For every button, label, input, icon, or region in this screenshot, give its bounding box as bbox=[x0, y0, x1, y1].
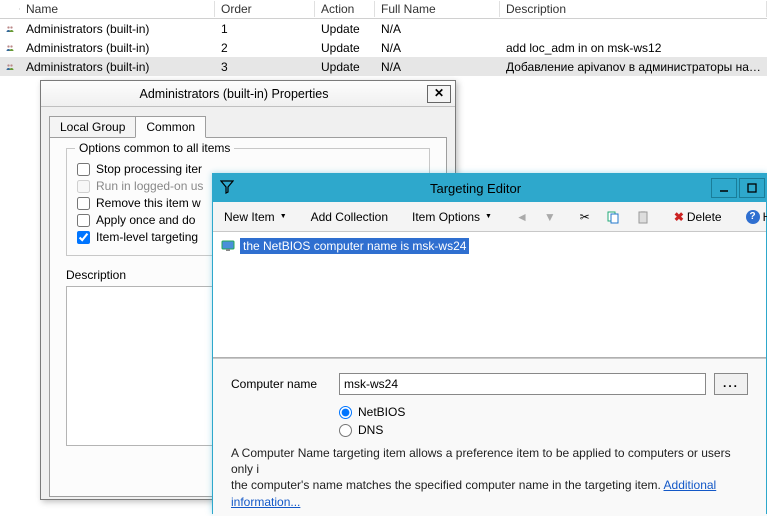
dialog-title: Administrators (built-in) Properties bbox=[41, 87, 427, 101]
te-title: Targeting Editor bbox=[241, 181, 710, 196]
col-header-order[interactable]: Order bbox=[215, 1, 315, 17]
list-header: Name Order Action Full Name Description bbox=[0, 0, 767, 19]
radio-dns[interactable]: DNS bbox=[339, 423, 748, 437]
maximize-button[interactable] bbox=[739, 178, 765, 198]
list-row[interactable]: Administrators (built-in) 1 Update N/A bbox=[0, 19, 767, 38]
move-down-button[interactable]: ▼ bbox=[537, 206, 563, 228]
gpo-list: Name Order Action Full Name Description … bbox=[0, 0, 767, 76]
new-item-button[interactable]: New Item▼ bbox=[217, 206, 294, 228]
col-header-action[interactable]: Action bbox=[315, 1, 375, 17]
computer-icon bbox=[221, 240, 235, 252]
x-icon: ✖ bbox=[674, 210, 684, 224]
paste-button[interactable] bbox=[629, 206, 657, 228]
delete-button[interactable]: ✖Delete bbox=[667, 206, 729, 228]
options-group-title: Options common to all items bbox=[75, 141, 234, 155]
list-row[interactable]: Administrators (built-in) 3 Update N/A Д… bbox=[0, 57, 767, 76]
tab-common[interactable]: Common bbox=[135, 116, 206, 138]
col-header-description[interactable]: Description bbox=[500, 1, 767, 17]
te-titlebar[interactable]: Targeting Editor bbox=[213, 174, 766, 202]
te-edit-panel: Computer name ... NetBIOS DNS A Computer… bbox=[213, 358, 766, 516]
tab-local-group[interactable]: Local Group bbox=[49, 116, 136, 138]
browse-button[interactable]: ... bbox=[714, 373, 748, 395]
funnel-icon bbox=[213, 180, 241, 197]
cut-button[interactable]: ✂ bbox=[573, 206, 597, 228]
targeting-tree[interactable]: the NetBIOS computer name is msk-ws24 bbox=[213, 232, 766, 358]
minimize-button[interactable] bbox=[711, 178, 737, 198]
targeting-editor-window: Targeting Editor New Item▼ Add Collectio… bbox=[212, 173, 767, 514]
list-row[interactable]: Administrators (built-in) 2 Update N/A a… bbox=[0, 38, 767, 57]
computer-name-label: Computer name bbox=[231, 377, 331, 391]
te-description-text: A Computer Name targeting item allows a … bbox=[231, 445, 748, 510]
te-toolbar: New Item▼ Add Collection Item Options▼ ◄… bbox=[213, 202, 766, 232]
col-header-fullname[interactable]: Full Name bbox=[375, 1, 500, 17]
dialog-titlebar[interactable]: Administrators (built-in) Properties ✕ bbox=[41, 81, 455, 107]
item-options-button[interactable]: Item Options▼ bbox=[405, 206, 499, 228]
users-icon bbox=[6, 41, 14, 55]
close-button[interactable]: ✕ bbox=[427, 85, 451, 103]
move-up-button[interactable]: ◄ bbox=[509, 206, 535, 228]
users-icon bbox=[6, 60, 14, 74]
help-icon: ? bbox=[746, 210, 760, 224]
users-icon bbox=[6, 22, 14, 36]
tree-item-label: the NetBIOS computer name is msk-ws24 bbox=[240, 238, 469, 254]
radio-netbios[interactable]: NetBIOS bbox=[339, 405, 748, 419]
add-collection-button[interactable]: Add Collection bbox=[304, 206, 395, 228]
col-header-name[interactable]: Name bbox=[20, 1, 215, 17]
tree-item-computer-name[interactable]: the NetBIOS computer name is msk-ws24 bbox=[221, 238, 469, 254]
computer-name-input[interactable] bbox=[339, 373, 706, 395]
copy-button[interactable] bbox=[599, 206, 627, 228]
help-button[interactable]: ?Help bbox=[739, 206, 767, 228]
